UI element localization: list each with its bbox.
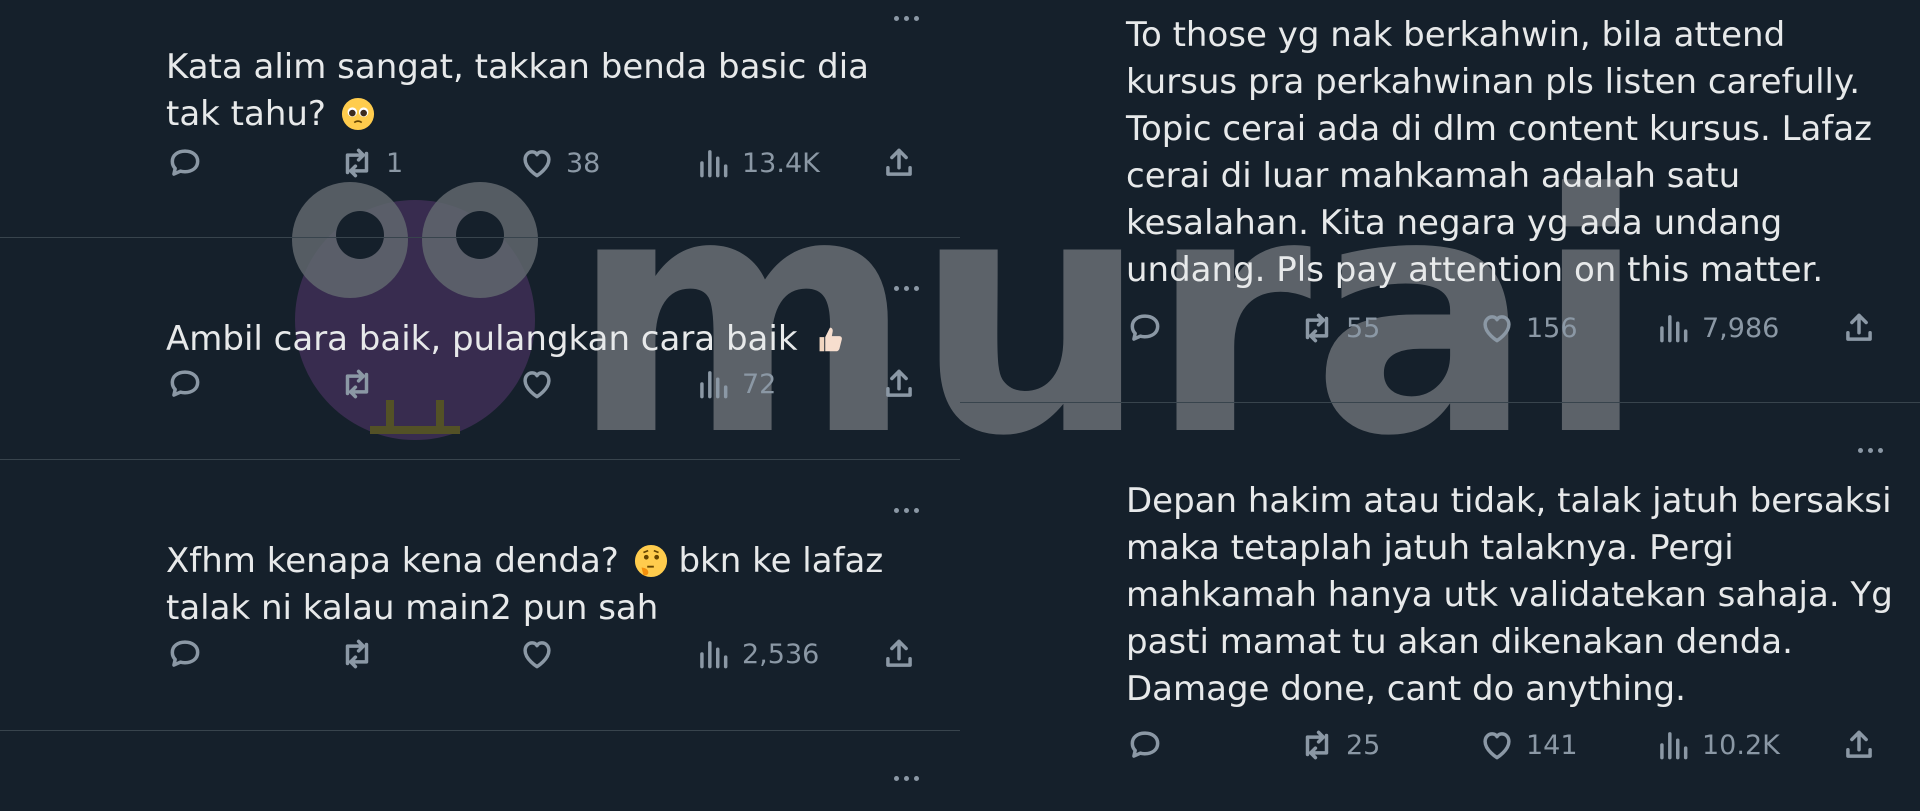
like-count: 141 <box>1526 729 1578 761</box>
retweet-icon <box>1305 313 1329 343</box>
views-icon <box>700 371 728 399</box>
divider <box>0 459 960 460</box>
reply-icon <box>170 370 200 397</box>
tweet-text: Ambil cara baik, pulangkan cara baik <box>166 316 906 363</box>
share-icon <box>886 148 912 176</box>
share-button[interactable] <box>880 634 918 674</box>
tweet-line: mahkamah hanya utk validatekan sahaja. Y… <box>1126 575 1893 615</box>
views-button[interactable]: 7,986 <box>1654 308 1779 348</box>
tweet-text: To those yg nak berkahwin, bila attend k… <box>1126 12 1896 294</box>
tweet-line: undang. Pls pay attention on this matter… <box>1126 250 1824 290</box>
like-count: 38 <box>566 147 601 179</box>
tweet-line: Ambil cara baik, pulangkan cara baik <box>166 319 798 359</box>
more-icon[interactable] <box>882 768 930 788</box>
views-count: 7,986 <box>1702 312 1780 344</box>
retweet-count: 55 <box>1346 312 1381 344</box>
tweet-line: Kata alim sangat, takkan benda basic dia <box>166 47 869 87</box>
retweet-icon <box>345 639 369 669</box>
thumbs-up-emoji <box>819 327 843 352</box>
reply-icon <box>170 640 200 667</box>
share-button[interactable] <box>1840 725 1878 765</box>
tweet-line: tak tahu? <box>166 94 326 134</box>
share-button[interactable] <box>880 143 918 183</box>
tweet-text: Xfhm kenapa kena denda? bkn ke lafaz tal… <box>166 538 906 632</box>
like-count: 156 <box>1526 312 1578 344</box>
like-icon <box>523 641 551 669</box>
pleading-face-emoji <box>341 97 374 131</box>
tweet-line: Topic cerai ada di dlm content kursus. L… <box>1126 109 1873 149</box>
tweet-line: bkn ke lafaz <box>678 541 884 581</box>
tweet-line: talak ni kalau main2 pun sah <box>166 588 659 628</box>
tweet-text: Kata alim sangat, takkan benda basic dia… <box>166 44 906 138</box>
like-button[interactable]: 156 <box>1478 308 1578 348</box>
tweet-line: Damage done, cant do anything. <box>1126 669 1686 709</box>
views-button[interactable]: 2,536 <box>694 634 819 674</box>
share-icon <box>886 369 912 397</box>
retweet-button[interactable]: 55 <box>1298 308 1380 348</box>
more-icon[interactable] <box>882 8 930 28</box>
reply-button[interactable] <box>166 634 214 674</box>
retweet-button[interactable] <box>338 634 386 674</box>
share-button[interactable] <box>880 364 918 404</box>
share-icon <box>886 639 912 667</box>
like-button[interactable]: 38 <box>518 143 600 183</box>
tweet-line: Xfhm kenapa kena denda? <box>166 541 619 581</box>
more-icon[interactable] <box>882 500 930 520</box>
retweet-icon <box>1305 730 1329 760</box>
share-button[interactable] <box>1840 308 1878 348</box>
tweet-line: kursus pra perkahwinan pls listen carefu… <box>1126 62 1861 102</box>
tweet-line: To those yg nak berkahwin, bila attend <box>1126 15 1786 55</box>
views-count: 13.4K <box>742 147 820 179</box>
tweet-line: Depan hakim atau tidak, talak jatuh bers… <box>1126 481 1892 521</box>
retweet-icon <box>345 369 369 399</box>
tweet-line: pasti mamat tu akan dikenakan denda. <box>1126 622 1793 662</box>
like-icon <box>1483 732 1511 760</box>
views-count: 72 <box>742 368 777 400</box>
like-icon <box>1483 315 1511 343</box>
reply-button[interactable] <box>166 143 214 183</box>
reply-button[interactable] <box>166 364 214 404</box>
tweet-line: maka tetaplah jatuh talaknya. Pergi <box>1126 528 1734 568</box>
retweet-button[interactable] <box>338 364 386 404</box>
views-button[interactable]: 10.2K <box>1654 725 1780 765</box>
views-icon <box>700 641 728 669</box>
left-reply-panel: Kata alim sangat, takkan benda basic dia… <box>0 0 960 811</box>
views-icon <box>1660 732 1688 760</box>
divider <box>0 730 960 731</box>
like-button[interactable] <box>518 634 566 674</box>
more-icon[interactable] <box>1846 440 1894 460</box>
reply-icon <box>1130 314 1160 341</box>
like-button[interactable]: 141 <box>1478 725 1578 765</box>
views-icon <box>700 150 728 178</box>
retweet-count: 25 <box>1346 729 1381 761</box>
retweet-count: 1 <box>386 147 404 179</box>
tweet-text: Depan hakim atau tidak, talak jatuh bers… <box>1126 478 1896 713</box>
right-reply-panel: To those yg nak berkahwin, bila attend k… <box>960 0 1920 811</box>
more-icon[interactable] <box>882 278 930 298</box>
reply-icon <box>1130 731 1160 758</box>
retweet-button[interactable]: 25 <box>1298 725 1380 765</box>
reply-icon <box>170 149 200 176</box>
reply-button[interactable] <box>1126 308 1174 348</box>
like-icon <box>523 371 551 399</box>
divider <box>0 237 960 238</box>
views-icon <box>1660 315 1688 343</box>
views-count: 10.2K <box>1702 729 1780 761</box>
views-count: 2,536 <box>742 638 820 670</box>
thinking-face-emoji <box>634 544 667 578</box>
views-button[interactable]: 72 <box>694 364 776 404</box>
tweet-line: cerai di luar mahkamah adalah satu <box>1126 156 1741 196</box>
retweet-button[interactable]: 1 <box>338 143 403 183</box>
share-icon <box>1846 730 1872 758</box>
divider <box>960 402 1920 403</box>
reply-button[interactable] <box>1126 725 1174 765</box>
retweet-icon <box>345 148 369 178</box>
like-button[interactable] <box>518 364 566 404</box>
like-icon <box>523 150 551 178</box>
tweet-line: kesalahan. Kita negara yg ada undang <box>1126 203 1783 243</box>
views-button[interactable]: 13.4K <box>694 143 820 183</box>
share-icon <box>1846 313 1872 341</box>
